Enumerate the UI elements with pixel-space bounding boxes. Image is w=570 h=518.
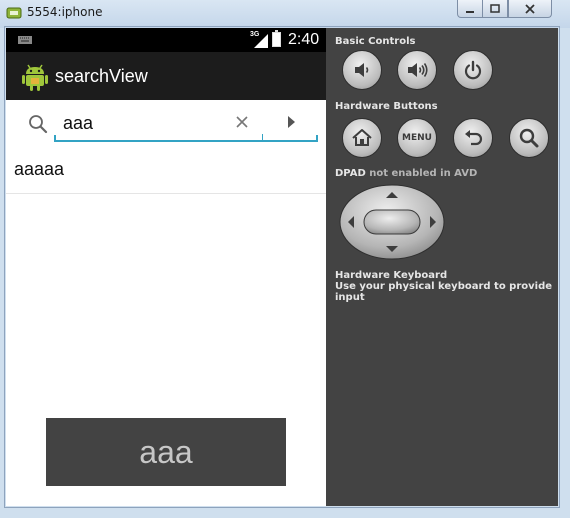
back-button[interactable] [453,118,493,158]
hardware-keyboard-title: Hardware Keyboard [335,270,448,281]
home-icon [352,129,372,146]
basic-controls-label: Basic Controls [335,36,416,47]
keyboard-notification-icon [18,36,32,44]
menu-button-label: MENU [402,133,432,143]
search-icon [519,128,539,148]
android-app-icon[interactable] [21,61,49,91]
window-titlebar: 5554:iphone [0,0,570,28]
action-bar: searchView [6,52,326,100]
minimize-button[interactable] [457,0,483,18]
emulator-control-panel: Basic Controls Hardware Buttons MENU DPA… [326,28,558,506]
emulator-icon [6,7,22,19]
maximize-icon [490,3,500,13]
close-button[interactable] [508,0,552,18]
volume-down-button[interactable] [342,50,382,90]
list-item[interactable]: aaaaa [6,146,326,194]
window-title: 5554:iphone [27,5,103,19]
dpad-label: DPAD not enabled in AVD [335,168,477,179]
battery-icon [272,30,281,47]
volume-up-button[interactable] [397,50,437,90]
toast-message: aaa [46,418,286,486]
minimize-icon [466,10,474,13]
search-icon [29,115,48,134]
volume-up-icon [408,63,428,77]
back-icon [465,130,483,146]
power-icon [464,60,482,80]
network-type-label: 3G [250,31,260,38]
close-icon [525,3,535,14]
search-underline [54,135,318,142]
dpad-status: not enabled in AVD [369,168,478,179]
submit-arrow-icon[interactable] [284,114,298,130]
search-hardware-button[interactable] [509,118,549,158]
app-title: searchView [55,66,148,86]
phone-screen: 3G 2:40 searchView aaa aaaaa aaa [6,28,326,506]
power-button[interactable] [453,50,493,90]
status-bar: 3G 2:40 [6,28,326,52]
volume-down-icon [355,63,369,77]
dpad-control[interactable] [339,184,445,260]
status-clock: 2:40 [288,31,320,48]
dpad-title: DPAD [335,168,366,179]
home-button[interactable] [342,118,382,158]
search-input[interactable] [54,106,264,140]
hardware-keyboard-description: Use your physical keyboard to provide in… [335,281,553,303]
hardware-buttons-label: Hardware Buttons [335,101,438,112]
clear-icon[interactable] [234,114,250,130]
maximize-button[interactable] [482,0,508,18]
search-view [6,100,326,146]
suggestion-list: aaaaa [6,146,326,194]
menu-button[interactable]: MENU [397,118,437,158]
dpad-center-button[interactable] [363,209,421,235]
